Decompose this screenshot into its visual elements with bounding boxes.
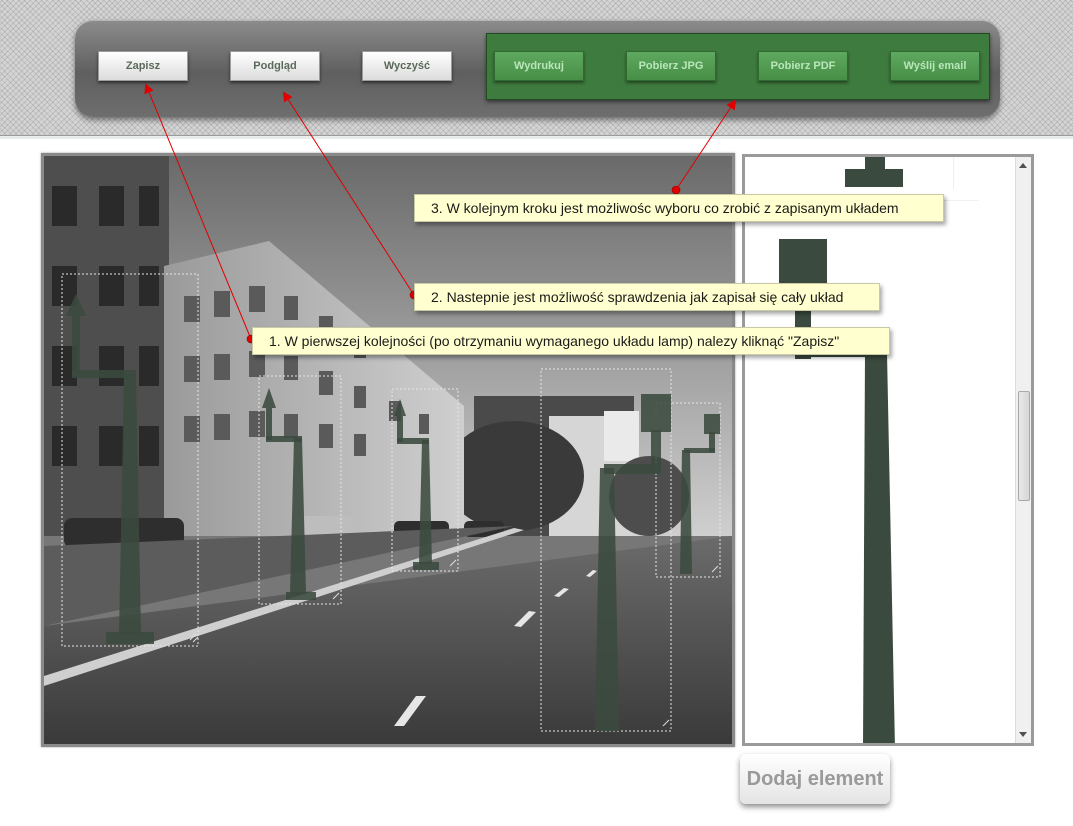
- add-element-button[interactable]: Dodaj element: [740, 754, 890, 804]
- lamp-preview-list: [779, 157, 979, 743]
- save-button[interactable]: Zapisz: [98, 51, 188, 81]
- scroll-thumb[interactable]: [1018, 391, 1030, 501]
- print-button[interactable]: Wydrukuj: [494, 51, 584, 81]
- instruction-note-2: 2. Nastepnie jest możliwość sprawdzenia …: [414, 283, 880, 311]
- design-canvas[interactable]: [41, 153, 735, 747]
- instruction-note-3: 3. W kolejnym kroku jest możliwośc wybor…: [414, 194, 944, 222]
- clear-button[interactable]: Wyczyść: [362, 51, 452, 81]
- download-jpg-button[interactable]: Pobierz JPG: [626, 51, 716, 81]
- panel-scrollbar[interactable]: [1015, 157, 1031, 743]
- street-photo: [44, 156, 732, 744]
- preview-button[interactable]: Podgląd: [230, 51, 320, 81]
- instruction-note-1: 1. W pierwszej kolejności (po otrzymaniu…: [252, 327, 890, 355]
- send-email-button[interactable]: Wyślij email: [890, 51, 980, 81]
- lamp-thumbnail-1: [845, 169, 903, 187]
- scroll-down-icon[interactable]: [1019, 732, 1027, 737]
- download-pdf-button[interactable]: Pobierz PDF: [758, 51, 848, 81]
- element-list-panel[interactable]: [742, 154, 1034, 746]
- scroll-up-icon[interactable]: [1019, 163, 1027, 168]
